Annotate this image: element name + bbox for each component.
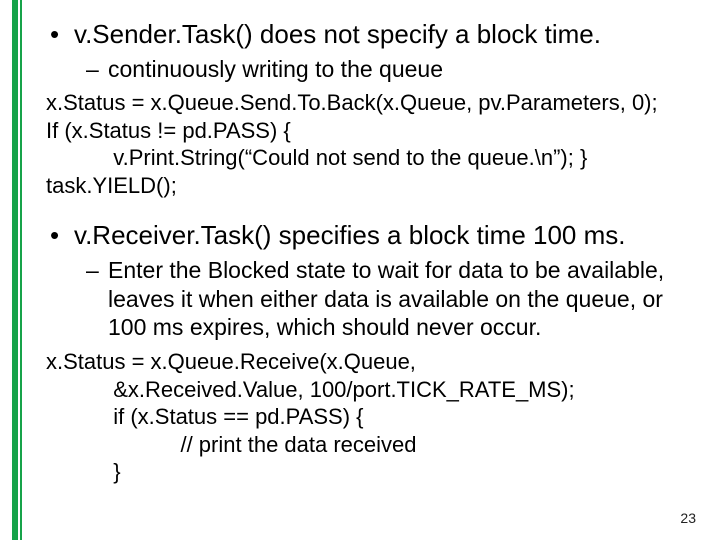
accent-bar-inner (20, 0, 22, 540)
page-number: 23 (680, 510, 696, 526)
code-receiver: x.Status = x.Queue.Receive(x.Queue, &x.R… (46, 348, 700, 486)
bullet-receiver-task: v.Receiver.Task() specifies a block time… (46, 219, 700, 252)
code-sender: x.Status = x.Queue.Send.To.Back(x.Queue,… (46, 89, 700, 199)
slide-content: v.Sender.Task() does not specify a block… (46, 18, 700, 506)
accent-bar-outer (12, 0, 18, 540)
subbullet-blocked-state: Enter the Blocked state to wait for data… (46, 256, 700, 342)
subbullet-continuous-write: continuously writing to the queue (46, 55, 700, 84)
bullet-sender-task: v.Sender.Task() does not specify a block… (46, 18, 700, 51)
